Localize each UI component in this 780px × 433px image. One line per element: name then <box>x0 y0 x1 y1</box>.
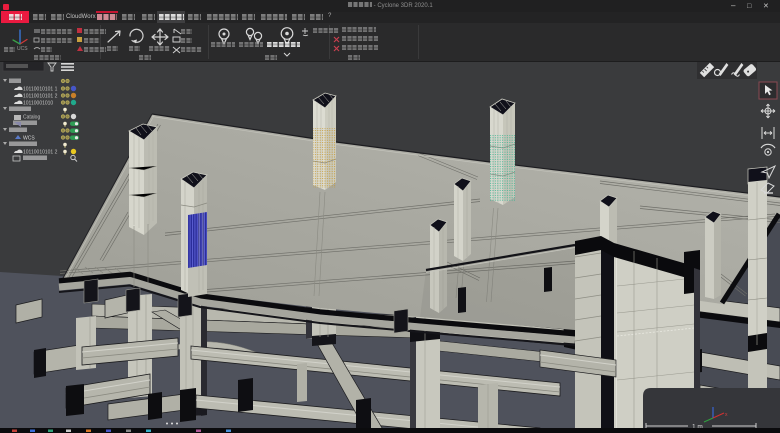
svg-text:WCS: WCS <box>23 136 35 142</box>
svg-text:Catalog: Catalog <box>23 115 40 121</box>
svg-text:10110001010: 10110001010 <box>23 101 53 107</box>
svg-text:10110010101 2: 10110010101 2 <box>23 150 58 156</box>
svg-text:10110010101 2: 10110010101 2 <box>23 94 58 100</box>
svg-text:10110010101 1: 10110010101 1 <box>23 87 58 93</box>
